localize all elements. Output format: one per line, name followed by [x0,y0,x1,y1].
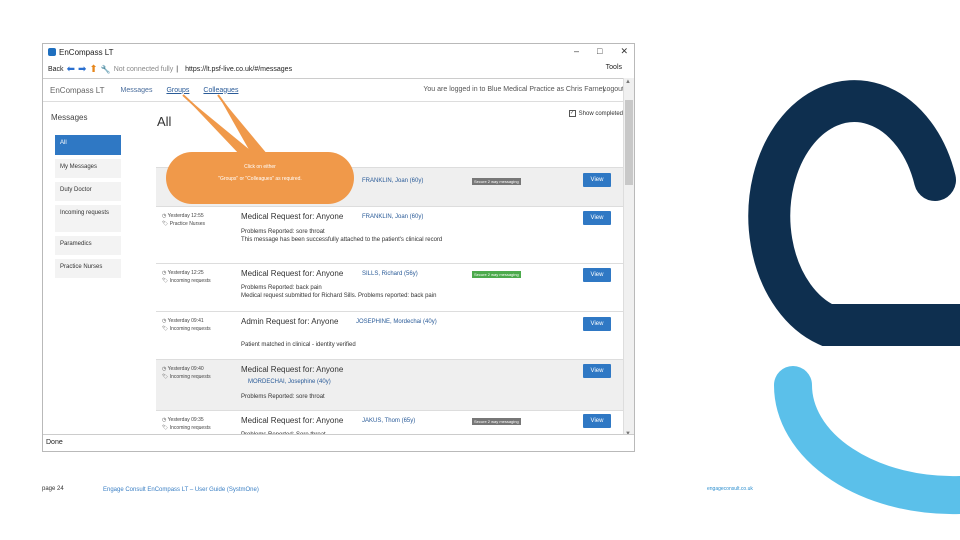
callout-pointers [182,94,268,156]
footer-title: Engage Consult EnCompass LT – User Guide… [103,487,259,493]
page-number: page 24 [42,486,64,492]
callout-line-2: "Groups" or "Colleagues" as required. [218,176,302,182]
instruction-callout: Click on either "Groups" or "Colleagues"… [166,152,354,204]
callout-line-1: Click on either [244,164,276,170]
footer-url[interactable]: engageconsult.co.uk [707,486,753,492]
